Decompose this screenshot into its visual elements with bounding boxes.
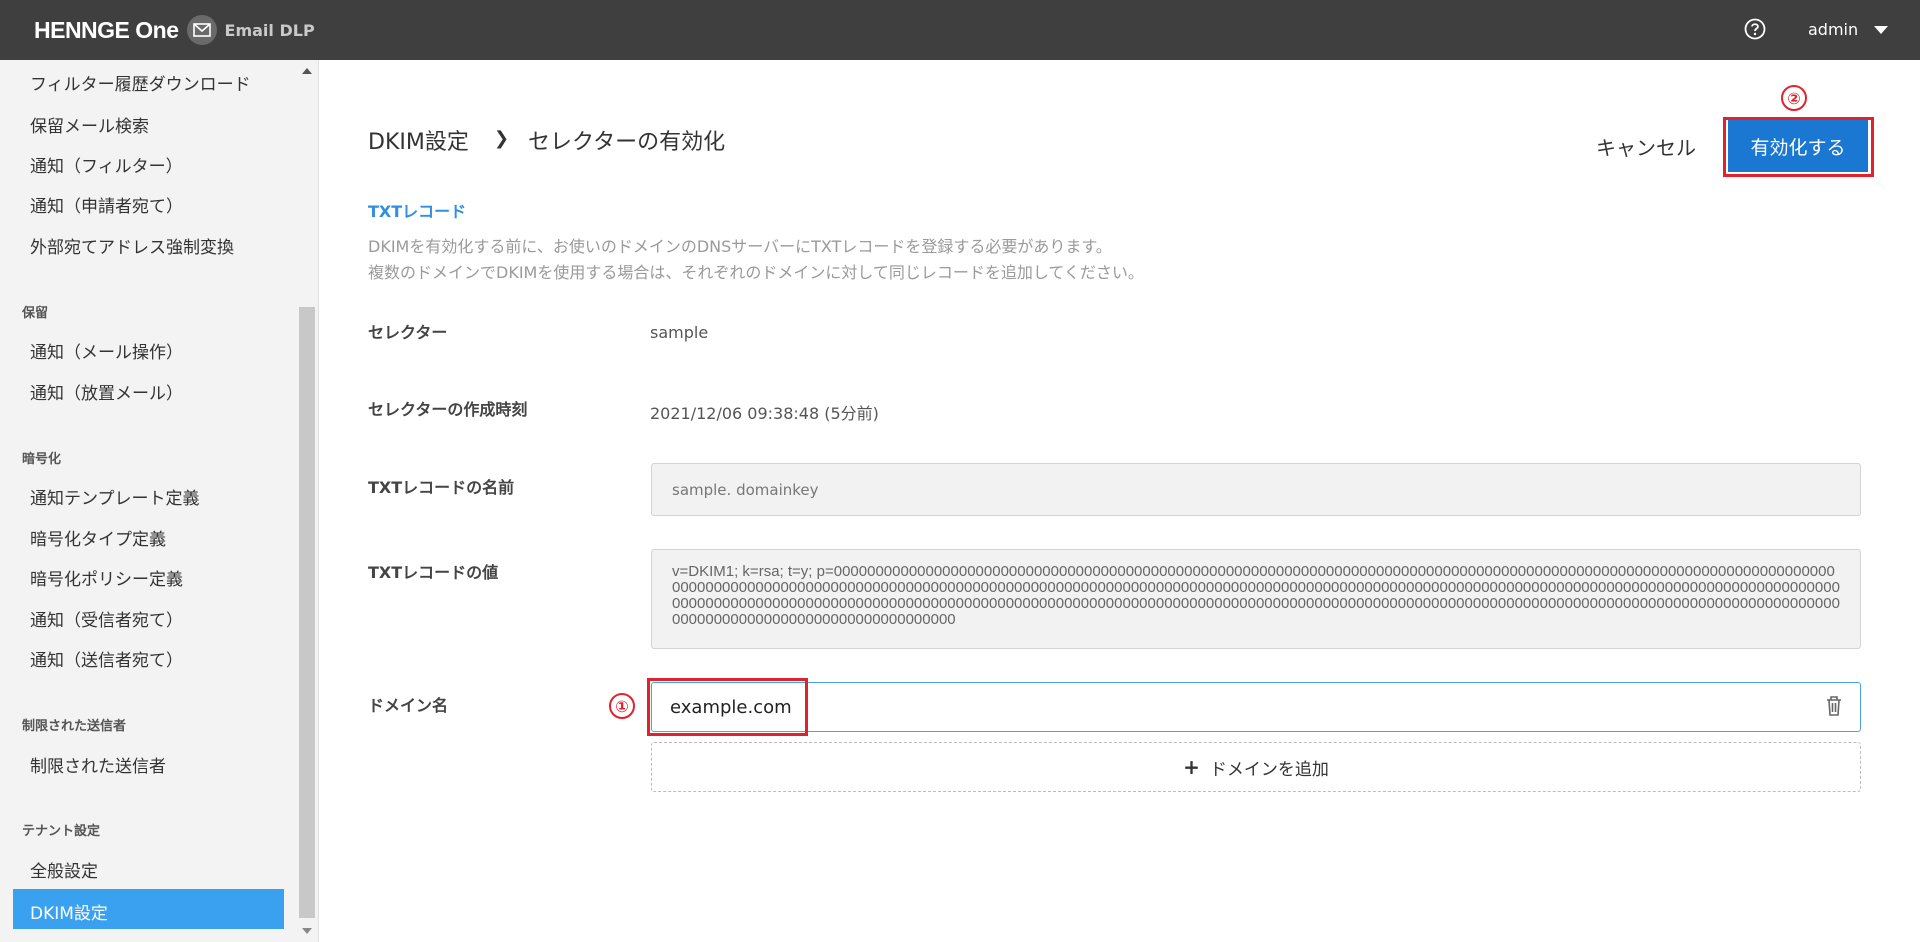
- top-bar: HENNGE One Email DLP admin: [0, 0, 1920, 60]
- plus-icon: +: [1183, 755, 1200, 779]
- add-domain-button[interactable]: + ドメインを追加: [651, 742, 1861, 792]
- txt-record-name-field[interactable]: sample. domainkey: [651, 463, 1861, 516]
- sidebar-item-encryption-policy[interactable]: 暗号化ポリシー定義: [30, 565, 183, 590]
- domain-input[interactable]: [651, 682, 1861, 732]
- add-domain-label: ドメインを追加: [1209, 759, 1329, 780]
- enable-button[interactable]: 有効化する: [1728, 120, 1868, 172]
- sidebar-item-held-mail-search[interactable]: 保留メール検索: [30, 112, 149, 137]
- breadcrumb-parent[interactable]: DKIM設定: [368, 124, 469, 156]
- user-menu[interactable]: admin: [1808, 20, 1858, 39]
- scroll-up-icon[interactable]: [302, 68, 312, 74]
- txt-record-value-field[interactable]: v=DKIM1; k=rsa; t=y; p=00000000000000000…: [651, 549, 1861, 649]
- sidebar-item-notify-filter[interactable]: 通知（フィルター）: [30, 152, 183, 177]
- created-time-value: 2021/12/06 09:38:48 (5分前): [650, 404, 879, 423]
- sidebar-section-hold: 保留: [22, 306, 49, 321]
- brand-logo: HENNGE One: [34, 16, 179, 43]
- txt-record-value-label: TXTレコードの値: [368, 563, 499, 582]
- trash-icon[interactable]: [1824, 694, 1844, 718]
- annotation-marker-2: ②: [1781, 85, 1807, 111]
- txt-record-name-label: TXTレコードの名前: [368, 478, 515, 497]
- help-icon[interactable]: [1744, 18, 1766, 40]
- sidebar-item-notify-mail-op[interactable]: 通知（メール操作）: [30, 338, 183, 363]
- page-title: セレクターの有効化: [528, 130, 726, 155]
- brand[interactable]: HENNGE One Email DLP: [34, 0, 315, 60]
- sidebar-item-encryption-type[interactable]: 暗号化タイプ定義: [30, 525, 166, 550]
- sidebar-item-notify-applicant[interactable]: 通知（申請者宛て）: [30, 192, 183, 217]
- annotation-highlight-1: [647, 678, 808, 736]
- sidebar-section-encryption: 暗号化: [22, 452, 62, 467]
- cancel-button[interactable]: キャンセル: [1596, 132, 1696, 161]
- chevron-down-icon[interactable]: [1874, 26, 1888, 34]
- annotation-marker-1: ①: [609, 693, 635, 719]
- sidebar-item-general[interactable]: 全般設定: [30, 857, 98, 882]
- selector-label: セレクター: [368, 323, 448, 342]
- selector-value: sample: [650, 323, 709, 342]
- sidebar-item-label: DKIM設定: [30, 904, 108, 924]
- sidebar-item-dkim[interactable]: DKIM設定: [13, 889, 284, 929]
- mail-icon: [186, 15, 217, 45]
- sidebar-item-notify-recipient[interactable]: 通知（受信者宛て）: [30, 606, 183, 631]
- description-line-1: DKIMを有効化する前に、お使いのドメインのDNSサーバーにTXTレコードを登録…: [368, 237, 1112, 256]
- sidebar-section-tenant: テナント設定: [22, 824, 101, 839]
- domain-name-label: ドメイン名: [368, 696, 449, 715]
- description-line-2: 複数のドメインでDKIMを使用する場合は、それぞれのドメインに対して同じレコード…: [368, 263, 1144, 282]
- scrollbar-thumb[interactable]: [299, 307, 315, 918]
- sidebar-item-address-conversion[interactable]: 外部宛てアドレス強制変換: [30, 233, 234, 258]
- sidebar-item-restricted-senders[interactable]: 制限された送信者: [30, 752, 166, 777]
- sidebar-item-notify-sender[interactable]: 通知（送信者宛て）: [30, 646, 183, 671]
- sidebar-item-filter-history[interactable]: フィルター履歴ダウンロード: [30, 70, 251, 95]
- chevron-right-icon: ❯: [494, 128, 510, 149]
- created-time-label: セレクターの作成時刻: [368, 400, 528, 419]
- scroll-down-icon[interactable]: [302, 928, 312, 934]
- sidebar-item-notify-template[interactable]: 通知テンプレート定義: [30, 484, 200, 509]
- sidebar-section-restricted: 制限された送信者: [22, 719, 127, 734]
- product-name: Email DLP: [224, 20, 315, 40]
- section-title: TXTレコード: [368, 202, 467, 221]
- sidebar-item-notify-abandoned[interactable]: 通知（放置メール）: [30, 379, 183, 404]
